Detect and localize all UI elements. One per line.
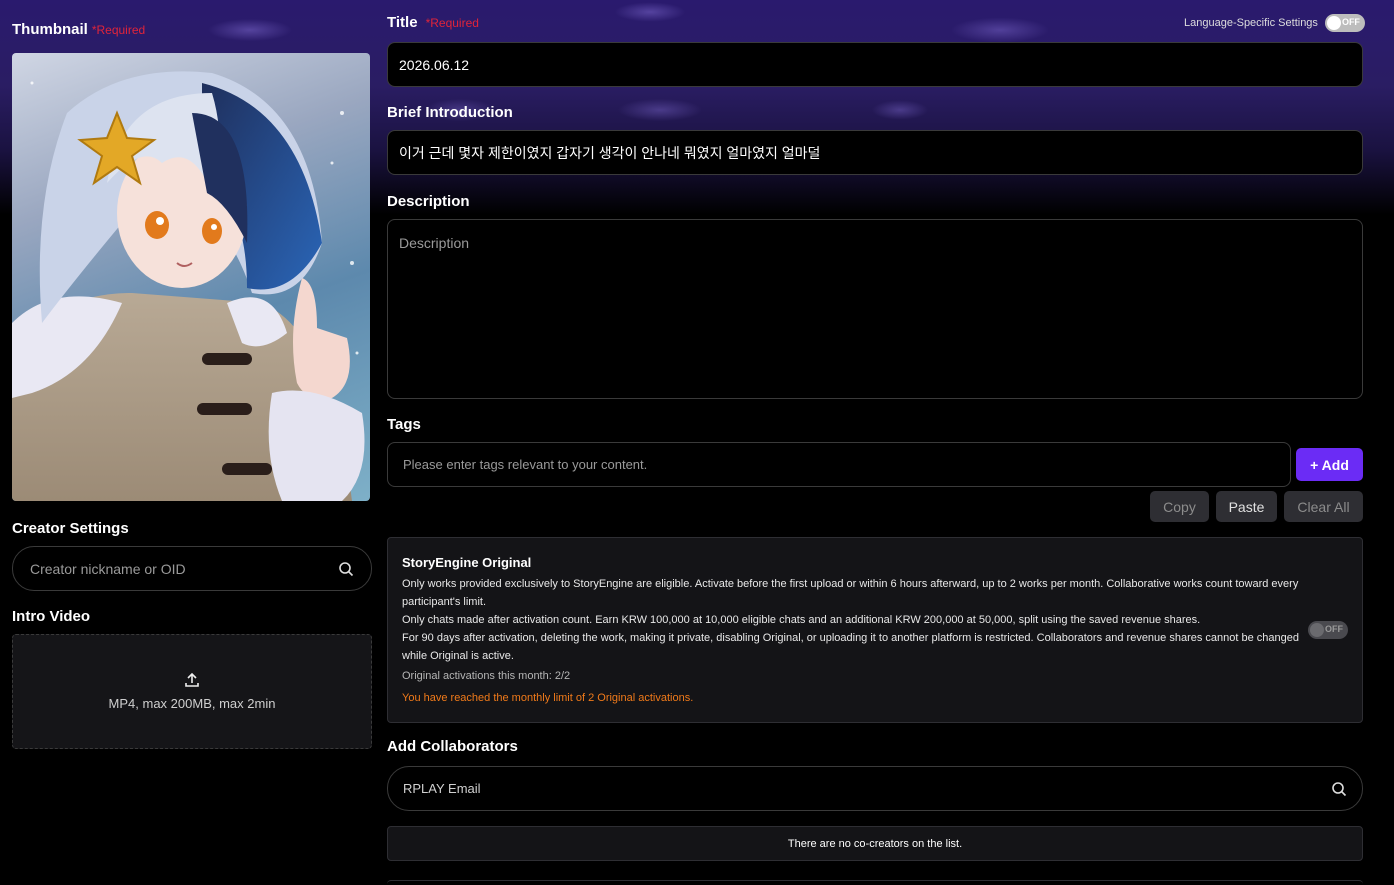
thumbnail-image[interactable] <box>12 53 370 501</box>
language-settings-toggle[interactable]: OFF <box>1324 14 1365 32</box>
brief-introduction-value: 이거 근데 몇자 제한이였지 갑자기 생각이 안나네 뭐였지 얼마였지 얼마덜 <box>399 144 821 161</box>
original-activations-count: Original activations this month: 2/2 <box>402 670 571 682</box>
upload-icon <box>185 672 199 687</box>
brief-introduction-label: Brief Introduction <box>387 104 513 121</box>
required-marker: *Required <box>425 16 479 30</box>
toggle-knob <box>1310 623 1324 637</box>
next-section-edge <box>387 880 1363 885</box>
tags-input[interactable]: Please enter tags relevant to your conte… <box>387 442 1291 487</box>
tags-label: Tags <box>387 416 421 433</box>
tags-placeholder: Please enter tags relevant to your conte… <box>403 457 648 472</box>
storyengine-original-panel: StoryEngine Original Only works provided… <box>387 537 1363 723</box>
collaborators-empty-text: There are no co-creators on the list. <box>787 837 963 850</box>
original-toggle[interactable]: OFF <box>1308 621 1348 639</box>
search-icon[interactable] <box>1331 781 1347 797</box>
title-input-value: 2026.06.12 <box>399 56 470 73</box>
toggle-state-text: OFF <box>1341 17 1360 27</box>
title-label-text: Title <box>387 14 418 31</box>
add-collaborators-label: Add Collaborators <box>387 738 518 755</box>
language-settings-label: Language-Specific Settings <box>1184 17 1318 29</box>
title-input[interactable]: 2026.06.12 <box>387 42 1363 87</box>
original-terms: Only works provided exclusively to Story… <box>402 575 1302 665</box>
creator-settings-label: Creator Settings <box>12 520 129 537</box>
search-icon[interactable] <box>338 561 354 577</box>
original-terms-line: Only works provided exclusively to Story… <box>402 578 1299 608</box>
description-placeholder: Description <box>399 235 470 251</box>
description-label: Description <box>387 193 470 210</box>
original-terms-line: Only chats made after activation count. … <box>402 614 1201 626</box>
collaborator-search-placeholder: RPLAY Email <box>403 781 481 796</box>
collaborators-empty-list: There are no co-creators on the list. <box>387 826 1363 861</box>
thumbnail-label: Thumbnail *Required <box>12 21 145 38</box>
intro-video-hint: MP4, max 200MB, max 2min <box>108 696 276 711</box>
thumbnail-label-text: Thumbnail <box>12 21 88 38</box>
brief-introduction-input[interactable]: 이거 근데 몇자 제한이였지 갑자기 생각이 안나네 뭐였지 얼마였지 얼마덜 <box>387 130 1363 175</box>
intro-video-label: Intro Video <box>12 608 91 625</box>
collaborator-search-field[interactable]: RPLAY Email <box>387 766 1363 811</box>
toggle-knob <box>1326 16 1341 30</box>
paste-tags-button[interactable]: Paste <box>1216 491 1277 522</box>
original-terms-line: For 90 days after activation, deleting t… <box>402 632 1299 662</box>
creator-search-placeholder: Creator nickname or OID <box>30 560 186 577</box>
add-tag-button[interactable]: + Add <box>1296 448 1363 481</box>
copy-tags-button[interactable]: Copy <box>1150 491 1209 522</box>
toggle-state-text: OFF <box>1325 624 1343 634</box>
required-marker: *Required <box>91 23 146 37</box>
title-label: Title *Required <box>387 14 479 31</box>
intro-video-dropzone[interactable]: MP4, max 200MB, max 2min <box>12 634 372 749</box>
creator-search-field[interactable]: Creator nickname or OID <box>12 546 372 591</box>
clear-all-tags-button[interactable]: Clear All <box>1284 491 1363 522</box>
original-title: StoryEngine Original <box>402 555 532 570</box>
language-settings: Language-Specific Settings OFF <box>1184 14 1365 32</box>
anime-character-illustration <box>12 71 365 501</box>
description-textarea[interactable]: Description <box>387 219 1363 399</box>
original-limit-warning: You have reached the monthly limit of 2 … <box>402 692 694 704</box>
